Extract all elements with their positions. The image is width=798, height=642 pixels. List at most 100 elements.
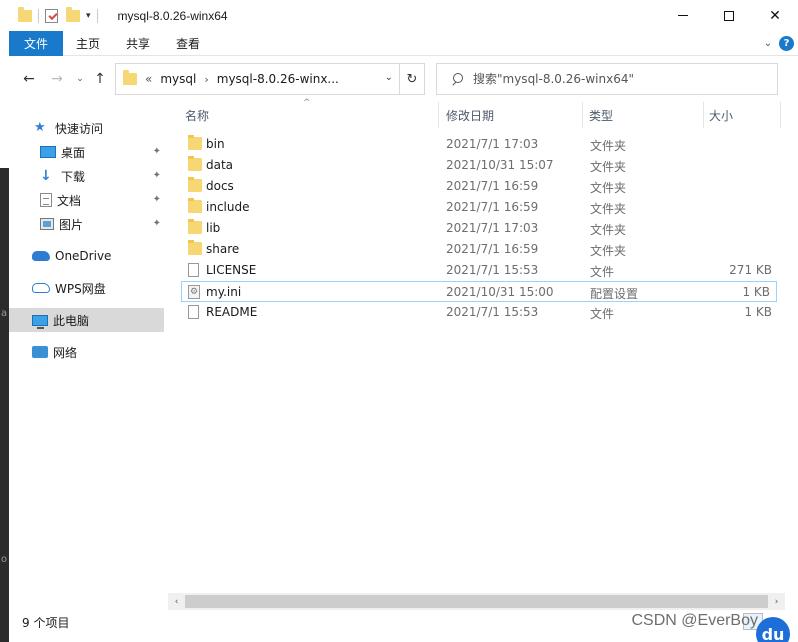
- file-name: bin: [206, 137, 225, 151]
- window-controls: ✕: [660, 0, 798, 31]
- folder-icon: [188, 135, 202, 150]
- sidebar-item-label: 此电脑: [53, 313, 90, 328]
- sidebar-item-wps-drive[interactable]: WPS网盘: [9, 276, 164, 300]
- folder-icon: [18, 6, 32, 22]
- file-date: 2021/7/1 15:53: [446, 305, 539, 319]
- breadcrumb-separator-chevron-right-icon[interactable]: ›: [204, 73, 208, 86]
- background-char: o: [1, 554, 8, 565]
- scrollbar-thumb[interactable]: [185, 595, 768, 608]
- sidebar-item-label: OneDrive: [55, 249, 112, 263]
- folder-icon: [188, 156, 202, 171]
- address-bar[interactable]: « mysql › mysql-8.0.26-winx... ⌄: [115, 63, 400, 95]
- table-row-readme[interactable]: README 2021/7/1 15:53 文件 1 KB: [182, 302, 778, 323]
- column-header-size[interactable]: 大小: [704, 102, 780, 128]
- table-row-license[interactable]: LICENSE 2021/7/1 15:53 文件 271 KB: [182, 260, 778, 281]
- search-box[interactable]: [436, 63, 778, 95]
- star-icon: ★: [34, 120, 46, 135]
- table-row-docs[interactable]: docs 2021/7/1 16:59 文件夹: [182, 176, 778, 197]
- sidebar-item-label: 网络: [53, 345, 78, 360]
- folder-icon: [123, 70, 137, 85]
- column-divider[interactable]: [582, 102, 583, 128]
- column-header-type[interactable]: 类型: [584, 102, 702, 128]
- table-row-share[interactable]: share 2021/7/1 16:59 文件夹: [182, 239, 778, 260]
- new-folder-icon[interactable]: [66, 6, 80, 22]
- recent-locations-chevron-down-icon[interactable]: ⌄: [69, 68, 91, 90]
- maximize-icon: [724, 10, 734, 21]
- breadcrumb-mysql[interactable]: mysql: [160, 72, 196, 86]
- horizontal-scrollbar[interactable]: ‹ ›: [168, 593, 785, 610]
- wps-cloud-icon: [32, 283, 50, 293]
- file-date: 2021/7/1 15:53: [446, 263, 539, 277]
- file-type: 文件: [590, 307, 615, 321]
- column-header-name[interactable]: 名称: [180, 102, 436, 128]
- folder-icon: [188, 198, 202, 213]
- picture-icon: [40, 218, 54, 230]
- forward-button[interactable]: →: [46, 68, 68, 90]
- folder-icon: [188, 240, 202, 255]
- minimize-icon: [678, 15, 688, 16]
- customize-toolbar-dropdown-icon[interactable]: ▾: [86, 11, 91, 21]
- column-header-date[interactable]: 修改日期: [441, 102, 581, 128]
- file-date: 2021/7/1 16:59: [446, 200, 539, 214]
- tab-share[interactable]: 共享: [113, 31, 163, 56]
- desktop-icon: [40, 146, 56, 158]
- table-row-include[interactable]: include 2021/7/1 16:59 文件夹: [182, 197, 778, 218]
- folder-icon: [188, 177, 202, 192]
- network-icon: [32, 346, 48, 358]
- tab-view[interactable]: 查看: [163, 31, 213, 56]
- expand-ribbon-chevron-down-icon[interactable]: ⌄: [757, 38, 779, 49]
- item-count: 9 个项目: [22, 615, 70, 630]
- breadcrumb-overflow[interactable]: «: [145, 72, 152, 86]
- sidebar-item-label: 快速访问: [55, 121, 104, 136]
- file-date: 2021/10/31 15:07: [446, 158, 554, 172]
- maximize-button[interactable]: [706, 0, 752, 31]
- file-size: 1 KB: [742, 285, 770, 299]
- file-name: README: [206, 305, 258, 319]
- ini-file-icon: [188, 285, 200, 299]
- help-icon[interactable]: ?: [779, 36, 794, 51]
- breadcrumb-mysql-8-0-26-winx64[interactable]: mysql-8.0.26-winx...: [217, 72, 339, 86]
- pin-icon: ✦: [152, 218, 161, 229]
- sidebar-item-this-pc[interactable]: 此电脑: [9, 308, 164, 332]
- table-row-lib[interactable]: lib 2021/7/1 17:03 文件夹: [182, 218, 778, 239]
- sidebar-item-onedrive[interactable]: OneDrive: [9, 244, 164, 268]
- minimize-button[interactable]: [660, 0, 706, 31]
- scroll-left-chevron-left-icon[interactable]: ‹: [168, 595, 185, 608]
- sidebar-item-desktop[interactable]: 桌面 ✦: [9, 140, 164, 164]
- sidebar-item-label: 图片: [59, 217, 84, 232]
- file-name: share: [206, 242, 240, 256]
- address-history-chevron-down-icon[interactable]: ⌄: [385, 72, 393, 83]
- sidebar-item-pictures[interactable]: 图片 ✦: [9, 212, 164, 236]
- sidebar-item-quick-access[interactable]: ★ 快速访问: [9, 116, 164, 140]
- back-button[interactable]: ←: [18, 68, 40, 90]
- title-bar: ▾ mysql-8.0.26-winx64 ✕: [9, 0, 798, 31]
- up-button[interactable]: ↑: [89, 68, 111, 90]
- pin-icon: ✦: [152, 194, 161, 205]
- sidebar-item-label: WPS网盘: [55, 281, 106, 296]
- pin-icon: ✦: [152, 170, 161, 181]
- column-header: ^ 名称 修改日期 类型 大小: [168, 98, 785, 128]
- file-type: 文件夹: [590, 244, 627, 258]
- column-divider[interactable]: [438, 102, 439, 128]
- table-row-my-ini[interactable]: my.ini 2021/10/31 15:00 配置设置 1 KB: [181, 281, 777, 302]
- sidebar-item-downloads[interactable]: ↓ 下载 ✦: [9, 164, 164, 188]
- file-type: 文件夹: [590, 139, 627, 153]
- table-row-data[interactable]: data 2021/10/31 15:07 文件夹: [182, 155, 778, 176]
- tab-home[interactable]: 主页: [63, 31, 113, 56]
- download-icon: ↓: [40, 168, 52, 184]
- file-type: 文件夹: [590, 202, 627, 216]
- scroll-right-chevron-right-icon[interactable]: ›: [768, 595, 785, 608]
- column-divider[interactable]: [780, 102, 781, 128]
- file-type: 文件夹: [590, 223, 627, 237]
- file-date: 2021/7/1 16:59: [446, 242, 539, 256]
- sidebar-item-documents[interactable]: 文档 ✦: [9, 188, 164, 212]
- properties-icon[interactable]: [45, 8, 58, 23]
- sidebar-item-network[interactable]: 网络: [9, 340, 164, 364]
- table-row-bin[interactable]: bin 2021/7/1 17:03 文件夹: [182, 134, 778, 155]
- file-name: data: [206, 158, 234, 172]
- tab-file[interactable]: 文件: [9, 30, 63, 56]
- search-input[interactable]: [473, 72, 763, 86]
- file-icon: [188, 263, 199, 277]
- refresh-button[interactable]: ↻: [400, 63, 425, 95]
- close-button[interactable]: ✕: [752, 0, 798, 31]
